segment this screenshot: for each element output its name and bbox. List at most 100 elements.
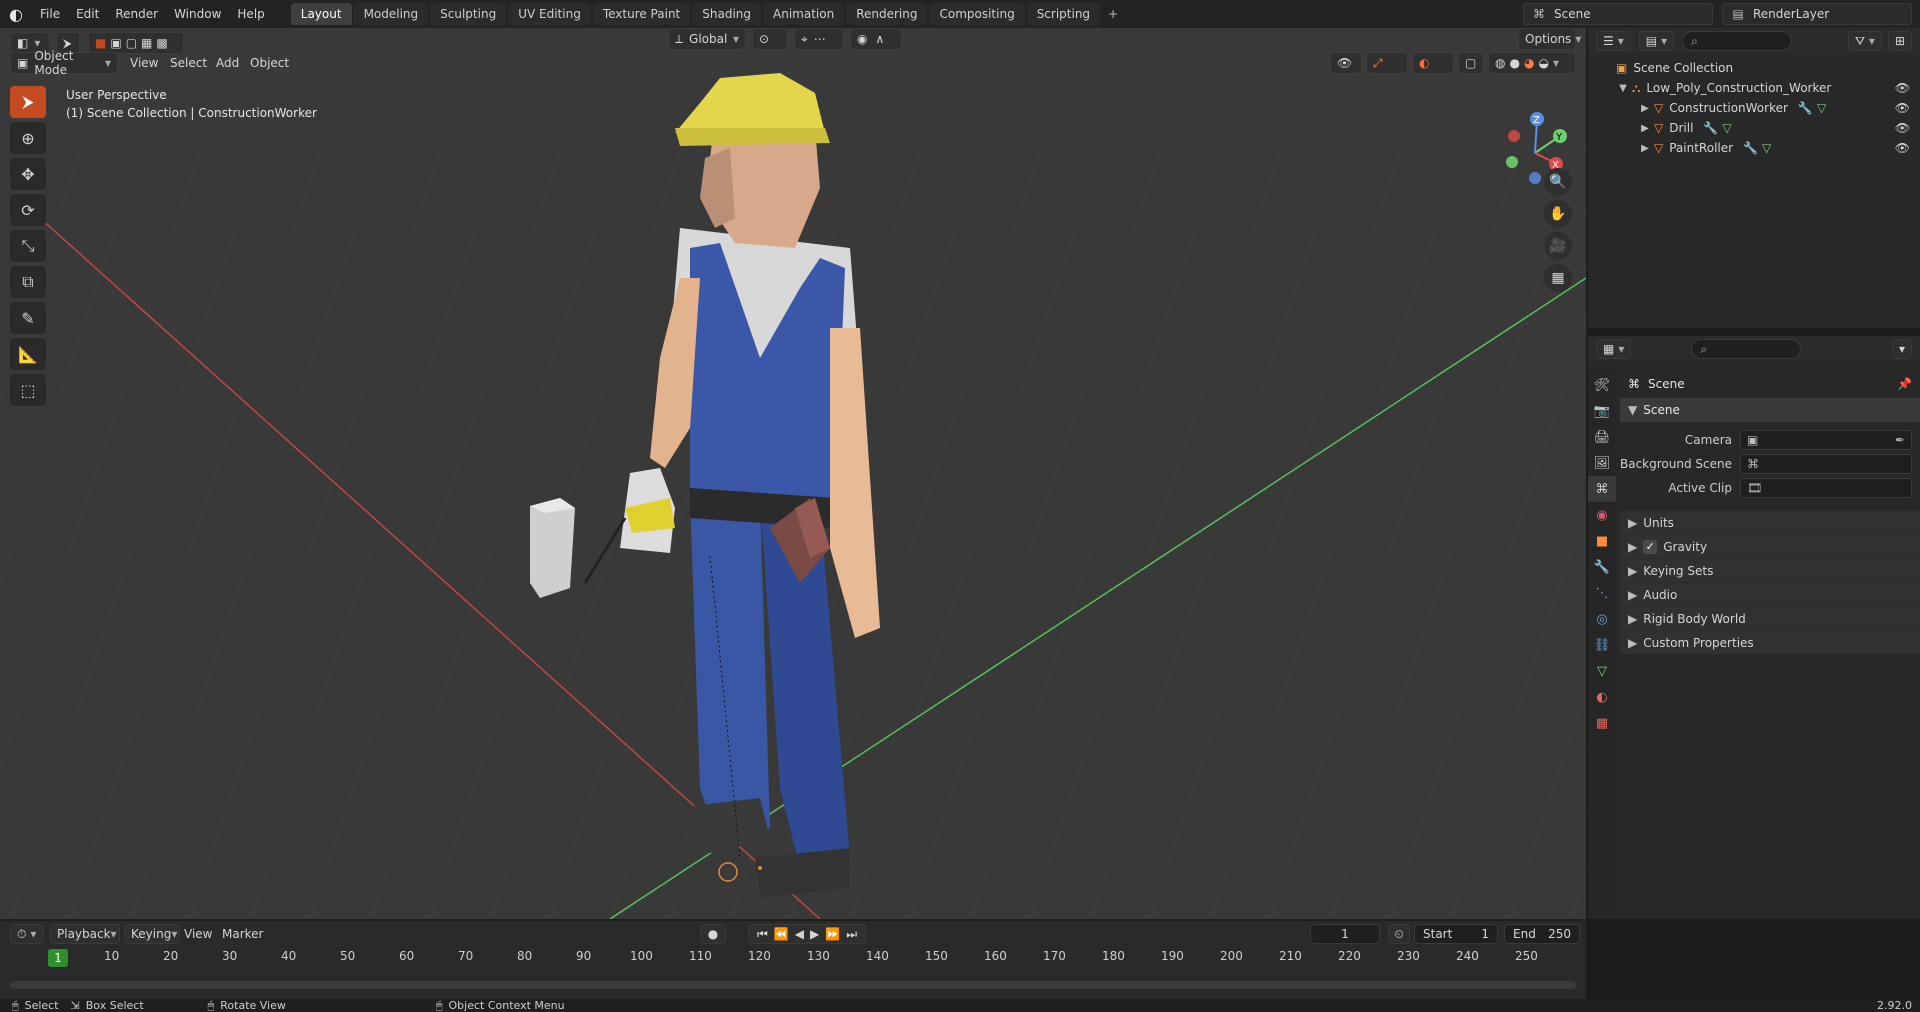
particles-tab[interactable]: ⋱ xyxy=(1588,580,1616,606)
viewport-menu-object[interactable]: Object xyxy=(250,52,289,74)
rendered-shading-icon[interactable]: ◒ xyxy=(1538,56,1548,70)
visibility-eye-icon[interactable]: 👁 xyxy=(1895,121,1910,135)
subsection-audio[interactable]: ▶ Audio xyxy=(1620,582,1920,606)
timeline-menu-view[interactable]: View xyxy=(184,924,212,944)
overlays-toggle[interactable]: ◐ xyxy=(1412,52,1454,74)
data-tab[interactable]: ▽ xyxy=(1588,658,1616,684)
menu-render[interactable]: Render xyxy=(107,0,166,28)
keying-dropdown[interactable]: Keying ▾ xyxy=(124,924,180,944)
timeline-menu-marker[interactable]: Marker xyxy=(222,924,263,944)
visibility-eye-icon[interactable]: 👁 xyxy=(1895,81,1910,95)
play-icon[interactable]: ▶ xyxy=(810,927,819,941)
blender-logo-icon[interactable]: ◐ xyxy=(0,0,32,28)
visibility-eye-icon[interactable]: 👁 xyxy=(1895,141,1910,155)
select-box-tool[interactable]: ⮞ xyxy=(10,86,46,118)
subsection-keying-sets[interactable]: ▶ Keying Sets xyxy=(1620,558,1920,582)
end-frame-field[interactable]: End 250 xyxy=(1504,924,1580,944)
world-tab[interactable]: ◉ xyxy=(1588,502,1616,528)
subsection-custom-properties[interactable]: ▶ Custom Properties xyxy=(1620,630,1920,654)
next-keyframe-icon[interactable]: ⏩ xyxy=(825,927,840,941)
scale-tool[interactable]: ⤡ xyxy=(10,230,46,262)
camera-field[interactable]: ▣ ✒ xyxy=(1740,430,1912,450)
prev-keyframe-icon[interactable]: ⏪ xyxy=(774,927,789,941)
select-intersect-icon[interactable]: ▩ xyxy=(156,36,167,50)
cursor-tool[interactable]: ⊕ xyxy=(10,122,46,154)
subsection-units[interactable]: ▶ Units xyxy=(1620,510,1920,534)
add-cube-tool[interactable]: ⬚ xyxy=(10,374,46,406)
select-subtract-icon[interactable]: ▢ xyxy=(126,36,137,50)
options-dropdown[interactable]: Options ▾ xyxy=(1518,28,1581,50)
record-button[interactable]: ● xyxy=(700,924,726,944)
tab-modeling[interactable]: Modeling xyxy=(353,3,429,25)
xray-toggle[interactable]: ▢ xyxy=(1458,52,1484,74)
select-extend-icon[interactable]: ▣ xyxy=(110,36,121,50)
tab-compositing[interactable]: Compositing xyxy=(929,3,1025,25)
subsection-gravity[interactable]: ▶ ✓ Gravity xyxy=(1620,534,1920,558)
measure-tool[interactable]: 📐 xyxy=(10,338,46,370)
pin-icon[interactable]: 📌 xyxy=(1897,377,1912,391)
active-clip-field[interactable]: 🎞 xyxy=(1740,478,1912,498)
annotate-tool[interactable]: ✎ xyxy=(10,302,46,334)
collapse-triangle-icon[interactable]: ▶ xyxy=(1638,143,1652,154)
viewport-menu-add[interactable]: Add xyxy=(216,52,239,74)
ortho-grid-icon[interactable]: ▦ xyxy=(1544,264,1572,292)
shading-mode-buttons[interactable]: ◍ ● ◕ ◒ ▾ xyxy=(1488,52,1576,74)
pan-hand-icon[interactable]: ✋ xyxy=(1544,200,1572,228)
tab-animation[interactable]: Animation xyxy=(763,3,845,25)
gizmo-z-label[interactable]: Z xyxy=(1533,115,1540,126)
properties-editor-type[interactable]: ▦ ▾ xyxy=(1596,339,1632,359)
current-frame-field[interactable]: 1 xyxy=(1310,924,1380,944)
jump-start-icon[interactable]: ⏮ xyxy=(757,927,768,942)
tab-scripting[interactable]: Scripting xyxy=(1026,3,1101,25)
timeline-editor-type[interactable]: ⏱ ▾ xyxy=(10,924,44,944)
properties-search-input[interactable]: ⌕ xyxy=(1691,339,1802,359)
timeline-scrollbar[interactable] xyxy=(10,981,1576,989)
visibility-dropdown[interactable]: 👁 xyxy=(1330,52,1362,74)
tab-shading[interactable]: Shading xyxy=(692,3,761,25)
background-scene-field[interactable]: ⌘ xyxy=(1740,454,1912,474)
scene-tab[interactable]: ⌘ xyxy=(1588,476,1616,502)
pivot-point-dropdown[interactable]: ⊙ xyxy=(752,28,788,50)
tool-tab[interactable]: 🛠 xyxy=(1588,372,1616,398)
gizmos-toggle[interactable]: ⤢ xyxy=(1366,52,1408,74)
chevron-down-icon[interactable]: ▾ xyxy=(1553,56,1559,70)
menu-help[interactable]: Help xyxy=(229,0,272,28)
visibility-eye-icon[interactable]: 👁 xyxy=(1895,101,1910,115)
rotate-tool[interactable]: ⟳ xyxy=(10,194,46,226)
start-frame-field[interactable]: Start 1 xyxy=(1414,924,1498,944)
transform-tool[interactable]: ⧉ xyxy=(10,266,46,298)
object-mode-dropdown[interactable]: ▣ Object Mode ▾ xyxy=(10,49,118,77)
tab-rendering[interactable]: Rendering xyxy=(846,3,928,25)
physics-tab[interactable]: ◎ xyxy=(1588,606,1616,632)
collapse-triangle-icon[interactable]: ▶ xyxy=(1638,123,1652,134)
outliner-item-low-poly-construction-worker[interactable]: ▼ ⛬ Low_Poly_Construction_Worker 👁 xyxy=(1588,78,1920,98)
subsection-rigid-body-world[interactable]: ▶ Rigid Body World xyxy=(1620,606,1920,630)
menu-edit[interactable]: Edit xyxy=(68,0,107,28)
timeline-ruler[interactable]: 1 10 20 30 40 50 60 70 80 90 100 110 120… xyxy=(0,949,1586,971)
outliner-search-input[interactable]: ⌕ xyxy=(1682,31,1793,51)
output-tab[interactable]: 🖨 xyxy=(1588,424,1616,450)
tab-texture-paint[interactable]: Texture Paint xyxy=(592,3,691,25)
object-tab[interactable]: ■ xyxy=(1588,528,1616,554)
add-workspace-button[interactable]: + xyxy=(1102,3,1124,25)
gizmo-y-label[interactable]: Y xyxy=(1555,132,1563,143)
properties-options-button[interactable]: ▾ xyxy=(1891,339,1912,359)
playhead[interactable]: 1 xyxy=(48,949,68,967)
playback-dropdown[interactable]: Playback ▾ xyxy=(50,924,120,944)
render-tab[interactable]: 📷 xyxy=(1588,398,1616,424)
material-tab[interactable]: ◐ xyxy=(1588,684,1616,710)
transform-orientation-dropdown[interactable]: ⟂ Global ▾ xyxy=(668,28,746,50)
view-layer-tab[interactable]: 🖼 xyxy=(1588,450,1616,476)
outliner-item-drill[interactable]: ▶ ▽ Drill 🔧 ▽ 👁 xyxy=(1588,118,1920,138)
scene-selector[interactable]: ⌘ Scene xyxy=(1523,3,1713,25)
gravity-checkbox[interactable]: ✓ xyxy=(1643,539,1658,554)
outliner-editor-type[interactable]: ☰ ▾ xyxy=(1596,31,1631,51)
viewport-menu-select[interactable]: Select xyxy=(170,52,207,74)
outliner-item-paintroller[interactable]: ▶ ▽ PaintRoller 🔧 ▽ 👁 xyxy=(1588,138,1920,158)
view-layer-selector[interactable]: ▤ RenderLayer xyxy=(1722,3,1912,25)
move-tool[interactable]: ✥ xyxy=(10,158,46,190)
tab-sculpting[interactable]: Sculpting xyxy=(430,3,507,25)
texture-tab[interactable]: ▦ xyxy=(1588,710,1616,736)
constraints-tab[interactable]: ⛓ xyxy=(1588,632,1616,658)
tab-uv-editing[interactable]: UV Editing xyxy=(508,3,591,25)
